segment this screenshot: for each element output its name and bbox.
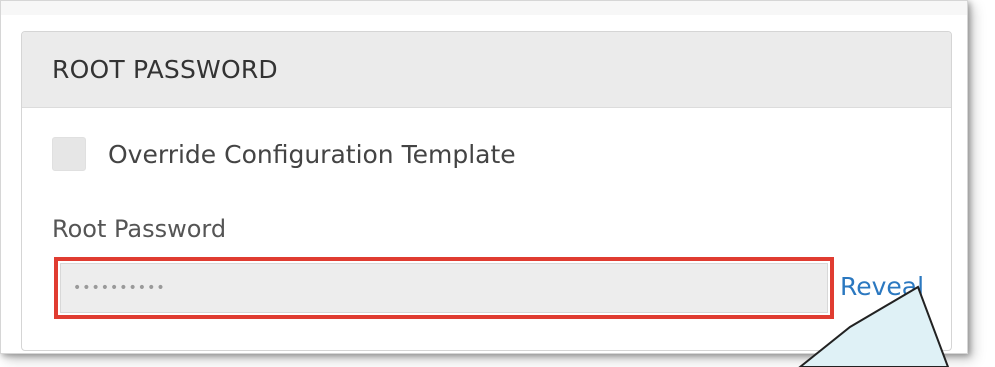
panel-title: ROOT PASSWORD — [52, 55, 278, 84]
screenshot-frame: ROOT PASSWORD Override Configuration Tem… — [0, 0, 968, 354]
reveal-link[interactable]: Reveal — [840, 272, 924, 301]
override-checkbox[interactable] — [52, 137, 86, 171]
root-password-label: Root Password — [52, 215, 227, 243]
override-row[interactable]: Override Configuration Template — [52, 137, 516, 171]
root-password-input[interactable] — [60, 263, 828, 313]
password-highlight-box — [54, 257, 834, 319]
screenshot-stage: ROOT PASSWORD Override Configuration Tem… — [0, 0, 995, 367]
override-label[interactable]: Override Configuration Template — [108, 140, 516, 169]
root-password-panel: ROOT PASSWORD Override Configuration Tem… — [21, 31, 952, 351]
panel-header: ROOT PASSWORD — [22, 32, 951, 108]
